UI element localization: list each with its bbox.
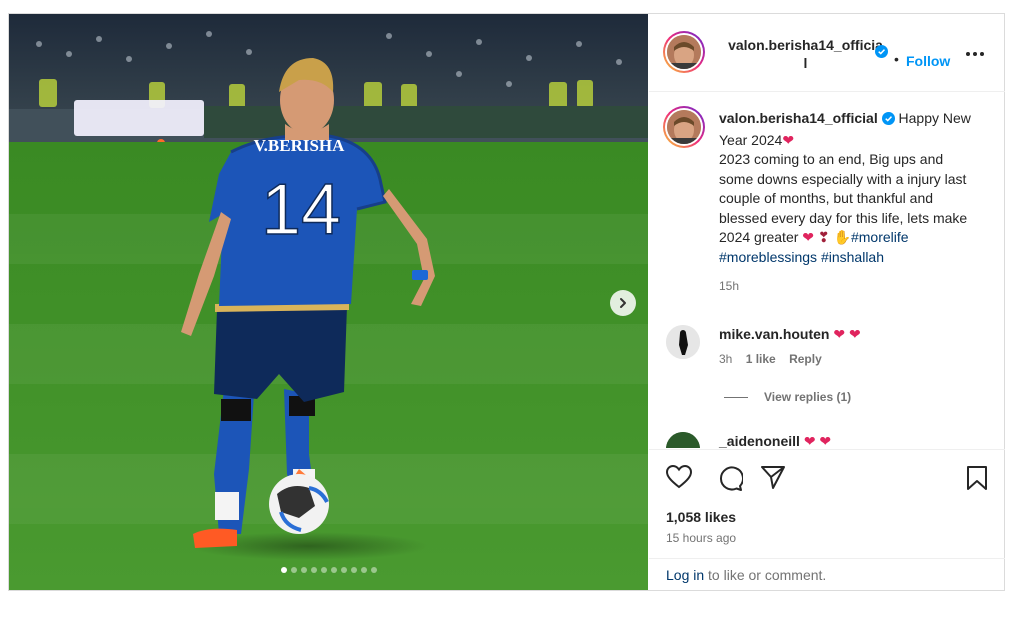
hashtag-inshallah[interactable]: #inshallah — [821, 249, 884, 265]
carousel-indicator — [9, 567, 648, 573]
comment-avatar[interactable] — [666, 432, 700, 448]
login-link[interactable]: Log in — [666, 567, 704, 583]
carousel-dot — [370, 567, 377, 573]
login-suffix: to like or comment. — [708, 567, 827, 583]
praying-hands-icon: ✋ — [833, 229, 851, 245]
red-heart-icon: ❤ ❤ — [803, 433, 832, 448]
post-media[interactable]: V.BERISHA 14 — [9, 14, 648, 590]
carousel-dot — [290, 567, 297, 573]
caption-avatar[interactable] — [663, 106, 705, 148]
carousel-dot — [310, 567, 317, 573]
likes-count[interactable]: 1,058 likes — [666, 509, 736, 525]
verified-badge-icon — [881, 111, 895, 131]
caption-username[interactable]: valon.berisha14_official — [719, 110, 878, 126]
red-heart-icon: ❤ — [802, 229, 815, 245]
post-header: valon.berisha14_officia l • Follow — [649, 14, 1005, 92]
post-actions: 1,058 likes 15 hours ago — [649, 449, 1005, 559]
jersey-number: 14 — [261, 170, 341, 250]
red-heart-icon: ❤ — [782, 131, 795, 148]
comment-username[interactable]: mike.van.houten — [719, 326, 829, 342]
carousel-next-button[interactable] — [610, 290, 636, 316]
carousel-dot — [320, 567, 327, 573]
carousel-dot — [300, 567, 307, 573]
follow-separator: • — [894, 51, 899, 67]
broken-heart-icon: ❣ — [817, 229, 830, 245]
carousel-dot — [340, 567, 347, 573]
heart-icon[interactable] — [665, 464, 693, 492]
author-username[interactable]: valon.berisha14_officia — [728, 37, 883, 53]
post-sidebar: valon.berisha14_officia l • Follow valon… — [649, 14, 1005, 590]
carousel-dot — [280, 567, 287, 573]
more-horizontal-icon[interactable] — [965, 40, 985, 63]
caption-time: 15h — [719, 279, 740, 293]
red-heart-icon: ❤ ❤ — [833, 326, 861, 342]
author-avatar[interactable] — [663, 31, 705, 73]
follow-button[interactable]: Follow — [906, 53, 950, 69]
comment-avatar[interactable] — [666, 325, 700, 359]
view-replies-button[interactable]: View replies (1) — [724, 390, 851, 404]
carousel-dot — [350, 567, 357, 573]
post-caption: valon.berisha14_official Happy New Year … — [719, 109, 981, 297]
comment-item: _aidenoneill ❤ ❤ — [719, 433, 831, 448]
chevron-right-icon — [617, 297, 629, 309]
carousel-dot — [330, 567, 337, 573]
login-prompt: Log in to like or comment. — [649, 558, 1005, 591]
comment-likes[interactable]: 1 like — [746, 352, 776, 366]
comment-icon[interactable] — [717, 465, 744, 494]
comment-time: 3h — [719, 352, 733, 366]
reply-button[interactable]: Reply — [789, 352, 822, 366]
post-photo: V.BERISHA 14 — [9, 14, 648, 590]
post-time: 15 hours ago — [666, 531, 737, 545]
share-icon[interactable] — [760, 464, 786, 493]
bookmark-icon[interactable] — [966, 465, 988, 494]
hashtag-moreblessings[interactable]: #moreblessings — [719, 249, 817, 265]
hashtag-morelife[interactable]: #morelife — [851, 229, 909, 245]
comment-item: mike.van.houten ❤ ❤ 3h 1 like Reply — [719, 326, 861, 366]
author-username-wrap[interactable]: l — [804, 55, 808, 71]
football — [269, 474, 329, 534]
comment-username[interactable]: _aidenoneill — [719, 433, 800, 448]
comments-section[interactable]: valon.berisha14_official Happy New Year … — [649, 93, 1005, 448]
carousel-dot — [360, 567, 367, 573]
jersey-name: V.BERISHA — [254, 136, 346, 155]
instagram-post: V.BERISHA 14 valon.berisha14_officia l •… — [8, 13, 1005, 591]
verified-badge-icon — [875, 45, 888, 61]
